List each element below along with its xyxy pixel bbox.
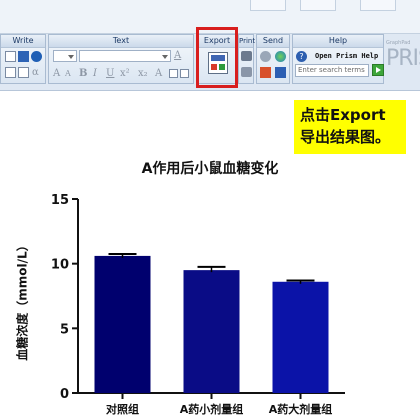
bar xyxy=(94,255,151,393)
y-tick-label: 5 xyxy=(60,322,69,337)
x-category-label: A药大剂量组 xyxy=(269,402,333,416)
bar xyxy=(272,281,329,393)
bar-chart: 0 5 10 15 对照组 A药小剂量组 A药大剂量组 xyxy=(51,193,345,416)
y-tick-label: 15 xyxy=(51,193,69,208)
bar xyxy=(183,270,240,393)
y-tick-label: 0 xyxy=(60,387,69,402)
x-category-label: 对照组 xyxy=(106,402,139,416)
y-tick-label: 10 xyxy=(51,258,69,273)
x-category-label: A药小剂量组 xyxy=(180,402,244,416)
